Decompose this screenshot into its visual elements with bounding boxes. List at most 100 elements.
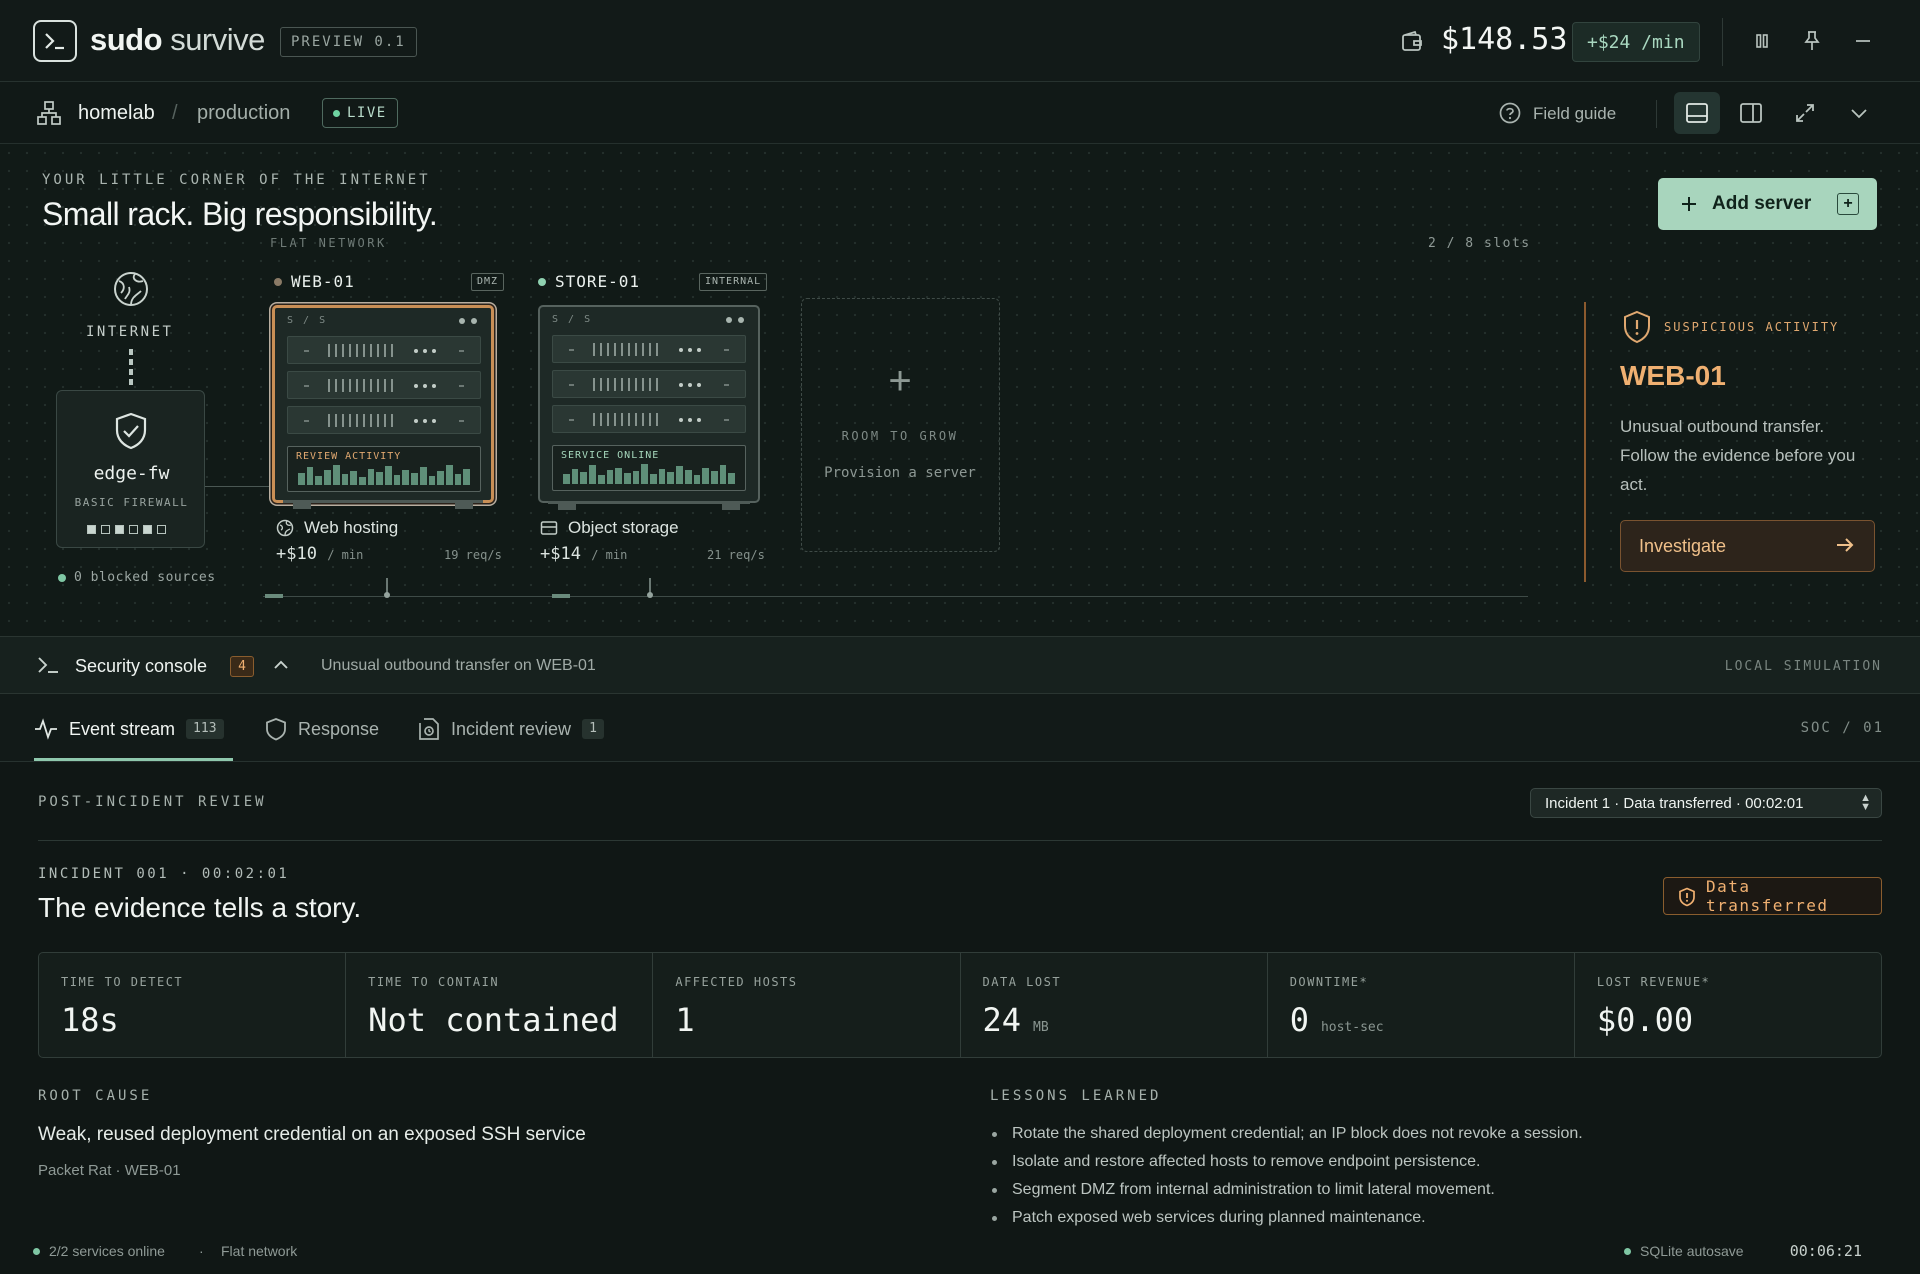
- network-label: FLAT NETWORK: [270, 236, 387, 250]
- firewall-port-leds: [87, 525, 166, 534]
- metric-value: 1: [675, 1001, 695, 1039]
- field-guide-link[interactable]: Field guide: [1533, 104, 1616, 124]
- status-bar: 2/2 services online · Flat network SQLit…: [0, 1232, 1920, 1274]
- server-earnings: +$14 / min: [540, 544, 627, 564]
- globe-icon: [276, 519, 294, 537]
- root-cause-source: Packet Rat · WEB-01: [38, 1162, 181, 1179]
- scene-eyebrow: YOUR LITTLE CORNER OF THE INTERNET: [42, 172, 431, 188]
- live-status-label: LIVE: [347, 105, 387, 121]
- brand-bold: sudo: [90, 22, 163, 57]
- earn-unit: / min: [591, 548, 628, 562]
- metric-value: 24 MB: [982, 1001, 1049, 1039]
- review-eyebrow: POST-INCIDENT REVIEW: [38, 794, 267, 810]
- list-item: Isolate and restore affected hosts to re…: [990, 1148, 1583, 1176]
- incident-title: The evidence tells a story.: [38, 892, 362, 923]
- server-request-rate: 21 req/s: [707, 548, 765, 562]
- metric-time-to-contain: TIME TO CONTAIN Not contained: [346, 953, 654, 1057]
- tab-label: Incident review: [451, 718, 572, 739]
- tab-incident-review[interactable]: Incident review 1: [418, 714, 604, 744]
- terminal-icon: [36, 655, 60, 680]
- breadcrumb-bar: homelab / production LIVE Field guide: [0, 82, 1920, 144]
- blocked-sources-label: 0 blocked sources: [74, 570, 216, 585]
- chevron-down-icon: [1851, 109, 1867, 119]
- incident-select-value: Incident 1 · Data transferred · 00:02:01: [1545, 794, 1804, 812]
- suspicious-activity-panel: SUSPICIOUS ACTIVITY WEB-01 Unusual outbo…: [1584, 302, 1884, 582]
- status-dot-icon: [58, 573, 66, 582]
- layout-side-panel-button[interactable]: [1728, 92, 1774, 134]
- wallet-icon: [1400, 30, 1424, 59]
- blocked-sources: 0 blocked sources: [58, 570, 216, 585]
- service-name: Web hosting: [304, 518, 399, 537]
- expand-icon: [1796, 104, 1814, 122]
- metric-label: DATA LOST: [982, 975, 1062, 989]
- metric-lost-revenue: LOST REVENUE* $0.00: [1575, 953, 1881, 1057]
- list-item: Patch exposed web services during planne…: [990, 1204, 1583, 1232]
- security-console-bar[interactable]: Security console 4 Unusual outbound tran…: [0, 636, 1920, 694]
- tab-response[interactable]: Response: [265, 714, 379, 744]
- server-rack-web-01[interactable]: S / S REVIEW ACTIVITY: [272, 305, 494, 509]
- minimize-icon[interactable]: [1848, 26, 1878, 56]
- server-name: WEB-01: [291, 272, 355, 291]
- investigate-label: Investigate: [1639, 535, 1727, 556]
- console-latest-message: Unusual outbound transfer on WEB-01: [321, 657, 596, 674]
- server-rack-store-01[interactable]: S / S SERVICE ONLINE: [538, 305, 760, 510]
- empty-slot-subtitle: Provision a server: [824, 465, 976, 481]
- breadcrumb-current[interactable]: production: [197, 102, 290, 125]
- add-server-button[interactable]: Add server +: [1658, 178, 1877, 230]
- tab-count: 1: [582, 719, 604, 739]
- select-arrows-icon: ▲ ▼: [1860, 792, 1871, 813]
- firewall-link: [205, 486, 271, 487]
- help-circle-icon[interactable]: [1498, 101, 1522, 130]
- brand-light: survive: [170, 22, 265, 57]
- collapse-menu-button[interactable]: [1836, 92, 1882, 134]
- pin-icon[interactable]: [1797, 26, 1827, 56]
- incident-select[interactable]: Incident 1 · Data transferred · 00:02:01…: [1530, 788, 1882, 818]
- layout-bottom-icon: [1686, 103, 1708, 123]
- metric-unit: MB: [1033, 1020, 1049, 1035]
- plus-icon: +: [888, 359, 912, 403]
- lessons-list: Rotate the shared deployment credential;…: [990, 1120, 1583, 1232]
- rack-unit: [552, 335, 746, 363]
- root-cause-text: Weak, reused deployment credential on an…: [38, 1124, 586, 1145]
- activity-meter: SERVICE ONLINE: [552, 445, 746, 491]
- alert-title: WEB-01: [1620, 360, 1726, 391]
- metric-label: TIME TO CONTAIN: [368, 975, 500, 989]
- pause-icon[interactable]: [1747, 26, 1777, 56]
- layout-bottom-panel-button[interactable]: [1674, 92, 1720, 134]
- breadcrumb-separator: /: [172, 102, 178, 124]
- metric-value: $0.00: [1596, 1001, 1694, 1039]
- breadcrumb-root[interactable]: homelab: [78, 102, 155, 125]
- tab-count: 113: [186, 719, 224, 739]
- list-item: Rotate the shared deployment credential;…: [990, 1120, 1583, 1148]
- server-request-rate: 19 req/s: [444, 548, 502, 562]
- divider: [1722, 18, 1723, 66]
- activity-meter: REVIEW ACTIVITY: [287, 446, 481, 492]
- metric-unit: host-sec: [1320, 1020, 1384, 1035]
- status-separator: ·: [199, 1243, 204, 1259]
- services-status: 2/2 services online: [33, 1243, 165, 1259]
- layout-side-icon: [1740, 103, 1762, 123]
- console-alert-count: 4: [230, 656, 254, 677]
- slot-count: 2 / 8 slots: [1428, 236, 1531, 251]
- investigate-button[interactable]: Investigate: [1620, 520, 1875, 572]
- server-header-store-01: STORE-01: [538, 272, 640, 291]
- console-tabs: Event stream 113 Response Incident revie…: [0, 694, 1920, 762]
- activity-label: REVIEW ACTIVITY: [296, 451, 402, 462]
- root-cause-label: ROOT CAUSE: [38, 1088, 153, 1104]
- incident-review-icon: [419, 718, 439, 740]
- status-dot-icon: [33, 1247, 40, 1255]
- arrow-right-icon: [1837, 538, 1854, 552]
- firewall-card[interactable]: edge-fw BASIC FIREWALL: [56, 390, 205, 548]
- globe-icon: [111, 269, 151, 314]
- divider: [38, 840, 1882, 841]
- tab-event-stream[interactable]: Event stream 113: [34, 714, 224, 744]
- empty-slot-provision[interactable]: + ROOM TO GROW Provision a server: [801, 298, 1000, 552]
- internet-label: INTERNET: [86, 324, 174, 340]
- divider: [1656, 100, 1657, 128]
- rack-label: S / S: [552, 314, 593, 325]
- app-brand: sudo survive: [90, 22, 265, 58]
- firewall-type: BASIC FIREWALL: [74, 496, 189, 509]
- expand-button[interactable]: [1782, 92, 1828, 134]
- chevron-up-icon[interactable]: [272, 656, 290, 679]
- metric-downtime: DOWNTIME* 0 host-sec: [1268, 953, 1575, 1057]
